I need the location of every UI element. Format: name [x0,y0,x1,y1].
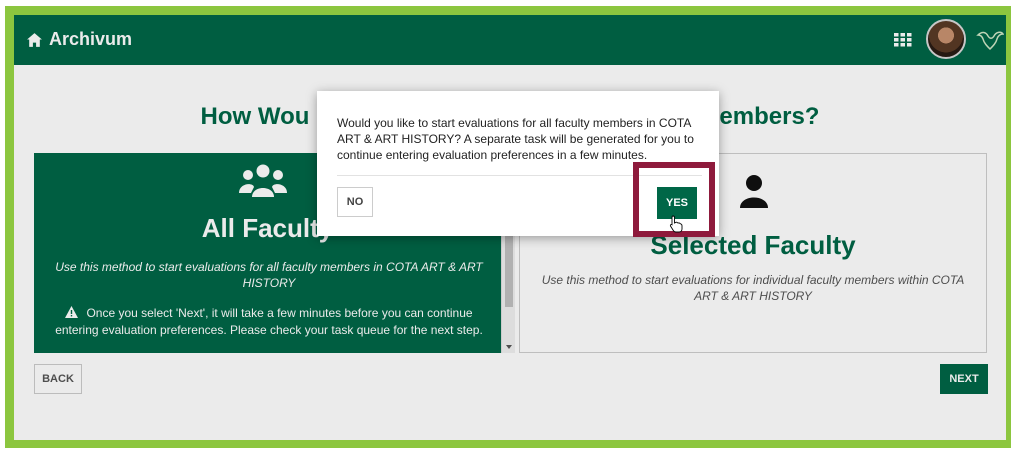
hand-cursor-icon [669,215,683,233]
dialog-message: Would you like to start evaluations for … [337,116,694,162]
app-window: Archivum How Wou embers? All Faculty Use… [14,15,1006,440]
confirm-dialog: Would you like to start evaluations for … [317,91,719,237]
no-button[interactable]: NO [337,187,373,217]
